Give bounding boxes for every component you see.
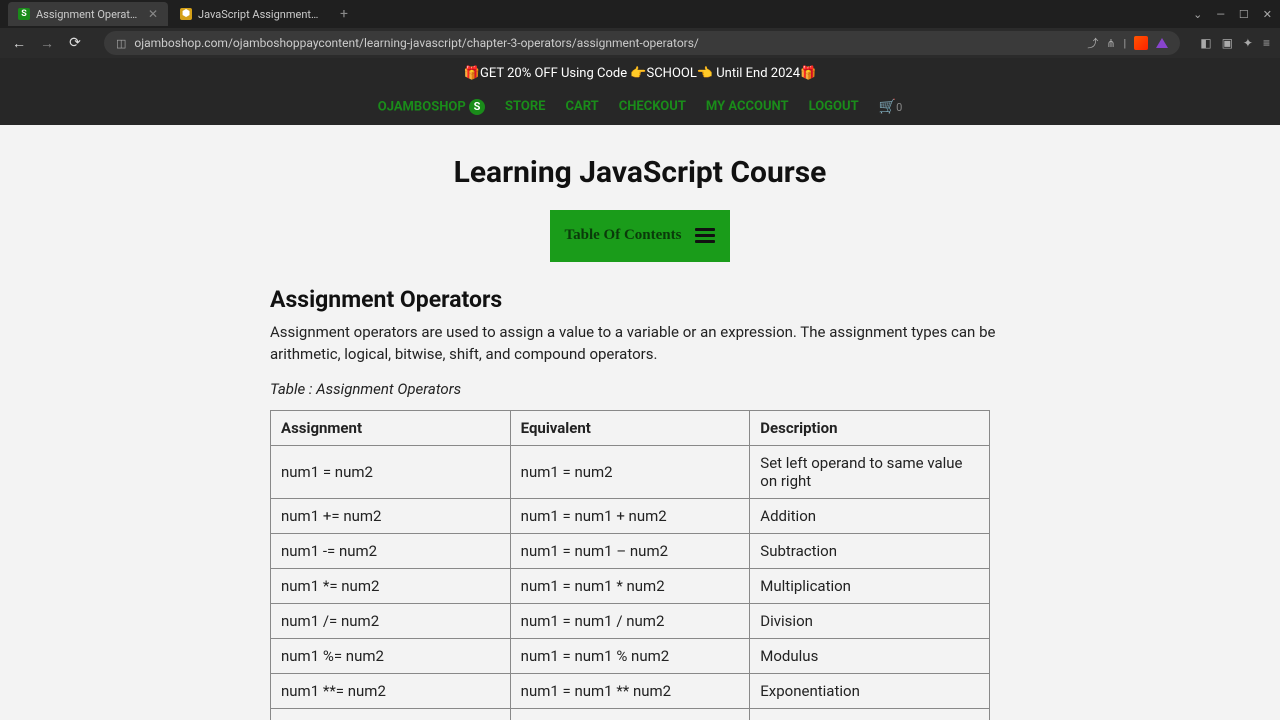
- maximize-icon[interactable]: ☐: [1239, 8, 1249, 21]
- table-cell: Subtraction: [750, 533, 990, 568]
- tab-title: JavaScript Assignment Operat...: [198, 8, 320, 21]
- operators-table: Assignment Equivalent Description num1 =…: [270, 410, 990, 720]
- nav-brand[interactable]: OJAMBOSHOP S: [378, 99, 485, 115]
- extensions-icon[interactable]: ✦: [1243, 36, 1253, 50]
- nav-checkout[interactable]: CHECKOUT: [619, 99, 686, 114]
- share-icon[interactable]: ⤴: [1087, 35, 1098, 51]
- sidebar-icon[interactable]: ◧: [1200, 36, 1211, 50]
- table-cell: num1 += num2: [271, 498, 511, 533]
- table-cell: num1 = num1 – num2: [510, 533, 750, 568]
- nav-logout[interactable]: LOGOUT: [809, 99, 859, 114]
- table-cell: Bitwise AND: [750, 708, 990, 720]
- extension-icon[interactable]: [1156, 38, 1168, 48]
- table-cell: num1 *= num2: [271, 568, 511, 603]
- table-cell: num1 = num1 ** num2: [510, 673, 750, 708]
- table-cell: num1 = num1 / num2: [510, 603, 750, 638]
- tab-active[interactable]: S Assignment Operators - Oj ✕: [8, 2, 168, 26]
- chevron-down-icon[interactable]: ⌄: [1193, 8, 1202, 21]
- nav-cart[interactable]: CART: [565, 99, 598, 114]
- table-cell: Exponentiation: [750, 673, 990, 708]
- table-cell: num1 = num1 * num2: [510, 568, 750, 603]
- table-row: num1 %= num2num1 = num1 % num2Modulus: [271, 638, 990, 673]
- brand-logo-icon: S: [469, 99, 485, 115]
- table-cell: num1 = num1 & num2: [510, 708, 750, 720]
- table-cell: num1 = num2: [510, 445, 750, 498]
- page-title: Learning JavaScript Course: [270, 155, 1010, 190]
- table-cell: num1 &= num2: [271, 708, 511, 720]
- minimize-icon[interactable]: —: [1216, 8, 1225, 21]
- section-title: Assignment Operators: [270, 286, 1010, 313]
- table-of-contents-button[interactable]: Table Of Contents: [550, 210, 730, 262]
- reload-button[interactable]: ⟳: [66, 35, 84, 51]
- bookmark-icon[interactable]: ◫: [116, 37, 126, 50]
- new-tab-button[interactable]: +: [332, 6, 356, 22]
- tab-title: Assignment Operators - Oj: [36, 8, 142, 21]
- table-cell: Set left operand to same value on right: [750, 445, 990, 498]
- nav-my-account[interactable]: MY ACCOUNT: [706, 99, 789, 114]
- divider: |: [1124, 37, 1127, 50]
- tab-inactive[interactable]: ⬢ JavaScript Assignment Operat...: [170, 2, 330, 26]
- section-text: Assignment operators are used to assign …: [270, 321, 1010, 366]
- table-cell: Modulus: [750, 638, 990, 673]
- table-cell: num1 = num1 + num2: [510, 498, 750, 533]
- toolbar-right: ◧ ▣ ✦ ≡: [1200, 36, 1270, 50]
- wallet-icon[interactable]: ▣: [1222, 36, 1233, 50]
- table-cell: Multiplication: [750, 568, 990, 603]
- table-header-row: Assignment Equivalent Description: [271, 410, 990, 445]
- toc-label: Table Of Contents: [565, 227, 682, 244]
- url-text: ojamboshop.com/ojamboshoppaycontent/lear…: [134, 36, 1079, 50]
- table-row: num1 &= num2num1 = num1 & num2Bitwise AN…: [271, 708, 990, 720]
- menu-icon[interactable]: ≡: [1263, 36, 1270, 50]
- col-assignment: Assignment: [271, 410, 511, 445]
- table-row: num1 = num2num1 = num2Set left operand t…: [271, 445, 990, 498]
- table-row: num1 /= num2num1 = num1 / num2Division: [271, 603, 990, 638]
- browser-toolbar: ← → ⟳ ◫ ojamboshop.com/ojamboshoppaycont…: [0, 28, 1280, 58]
- forward-button[interactable]: →: [38, 35, 56, 52]
- page-viewport: 🎁GET 20% OFF Using Code 👉SCHOOL👈 Until E…: [0, 58, 1280, 720]
- table-row: num1 *= num2num1 = num1 * num2Multiplica…: [271, 568, 990, 603]
- tab-bar: S Assignment Operators - Oj ✕ ⬢ JavaScri…: [0, 0, 1280, 28]
- brave-shield-icon[interactable]: [1134, 36, 1148, 50]
- table-row: num1 += num2num1 = num1 + num2Addition: [271, 498, 990, 533]
- promo-banner: 🎁GET 20% OFF Using Code 👉SCHOOL👈 Until E…: [0, 58, 1280, 89]
- nav-store[interactable]: STORE: [505, 99, 546, 114]
- favicon-icon: S: [18, 8, 30, 20]
- table-cell: num1 %= num2: [271, 638, 511, 673]
- cart-count: 0: [896, 101, 902, 114]
- table-cell: num1 **= num2: [271, 673, 511, 708]
- promo-text: 🎁GET 20% OFF Using Code 👉SCHOOL👈 Until E…: [464, 66, 816, 81]
- rss-icon[interactable]: ⋔: [1106, 37, 1115, 50]
- close-window-icon[interactable]: ✕: [1263, 8, 1272, 21]
- col-equivalent: Equivalent: [510, 410, 750, 445]
- table-caption: Table : Assignment Operators: [270, 380, 1010, 398]
- window-controls: ⌄ — ☐ ✕: [1193, 8, 1272, 21]
- table-cell: Addition: [750, 498, 990, 533]
- favicon-icon: ⬢: [180, 8, 192, 20]
- close-icon[interactable]: ✕: [148, 7, 158, 21]
- browser-chrome: S Assignment Operators - Oj ✕ ⬢ JavaScri…: [0, 0, 1280, 58]
- table-cell: num1 = num1 % num2: [510, 638, 750, 673]
- col-description: Description: [750, 410, 990, 445]
- hamburger-icon: [695, 228, 715, 243]
- table-cell: num1 = num2: [271, 445, 511, 498]
- main-content: Learning JavaScript Course Table Of Cont…: [270, 125, 1010, 720]
- table-row: num1 -= num2num1 = num1 – num2Subtractio…: [271, 533, 990, 568]
- table-cell: num1 -= num2: [271, 533, 511, 568]
- table-cell: num1 /= num2: [271, 603, 511, 638]
- cart-icon[interactable]: 🛒0: [879, 99, 903, 115]
- address-bar[interactable]: ◫ ojamboshop.com/ojamboshoppaycontent/le…: [104, 31, 1180, 55]
- table-row: num1 **= num2num1 = num1 ** num2Exponent…: [271, 673, 990, 708]
- site-nav: OJAMBOSHOP S STORE CART CHECKOUT MY ACCO…: [0, 89, 1280, 125]
- table-cell: Division: [750, 603, 990, 638]
- back-button[interactable]: ←: [10, 35, 28, 52]
